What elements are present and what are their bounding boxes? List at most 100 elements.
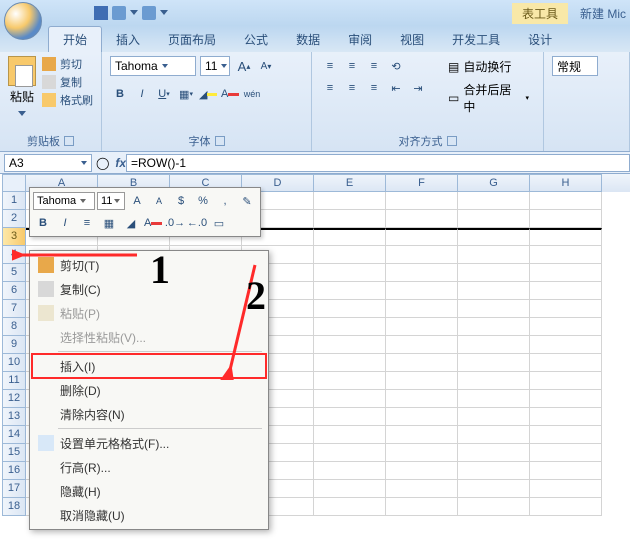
cell[interactable] <box>530 498 602 516</box>
font-launcher-icon[interactable] <box>215 136 225 146</box>
cell[interactable] <box>530 336 602 354</box>
cell[interactable] <box>386 426 458 444</box>
underline-button[interactable]: U▾ <box>154 84 174 104</box>
mini-dec-decimal[interactable]: ←.0 <box>187 213 207 233</box>
cell[interactable] <box>386 300 458 318</box>
cell[interactable] <box>530 300 602 318</box>
row-header[interactable]: 9 <box>2 336 26 354</box>
cell[interactable] <box>530 462 602 480</box>
orientation-button[interactable]: ⟲ <box>386 56 406 76</box>
ctx-format-cells[interactable]: 设置单元格格式(F)... <box>32 431 266 455</box>
row-header[interactable]: 7 <box>2 300 26 318</box>
ctx-paste[interactable]: 粘贴(P) <box>32 301 266 325</box>
cell[interactable] <box>458 246 530 264</box>
name-box-dropdown-icon[interactable] <box>81 161 87 165</box>
save-icon[interactable] <box>94 6 108 20</box>
ctx-insert[interactable]: 插入(I) <box>32 354 266 378</box>
ctx-unhide[interactable]: 取消隐藏(U) <box>32 503 266 527</box>
cell[interactable] <box>458 318 530 336</box>
ctx-hide[interactable]: 隐藏(H) <box>32 479 266 503</box>
row-header[interactable]: 6 <box>2 282 26 300</box>
cell[interactable] <box>314 426 386 444</box>
increase-indent-button[interactable]: ⇥ <box>408 78 428 98</box>
tab-page-layout[interactable]: 页面布局 <box>154 27 230 52</box>
cell[interactable] <box>530 408 602 426</box>
name-box[interactable]: A3 <box>4 154 92 172</box>
align-center-button[interactable]: ≡ <box>342 78 362 98</box>
font-size-combo[interactable]: 11 <box>200 56 230 76</box>
undo-dropdown-icon[interactable] <box>130 10 138 18</box>
cell[interactable] <box>314 480 386 498</box>
cell[interactable] <box>386 444 458 462</box>
mini-comma[interactable]: , <box>215 191 235 211</box>
ctx-clear[interactable]: 清除内容(N) <box>32 402 266 426</box>
cell[interactable] <box>314 264 386 282</box>
cell[interactable] <box>530 282 602 300</box>
mini-brush[interactable]: ✎ <box>237 191 257 211</box>
bold-button[interactable]: B <box>110 84 130 104</box>
ctx-cut[interactable]: 剪切(T) <box>32 253 266 277</box>
tab-review[interactable]: 审阅 <box>334 27 386 52</box>
phonetic-button[interactable]: wén <box>242 84 262 104</box>
shrink-font-button[interactable]: A▾ <box>256 56 276 76</box>
cell[interactable] <box>530 246 602 264</box>
cell[interactable] <box>386 336 458 354</box>
paste-button[interactable]: 粘贴 <box>8 56 36 119</box>
mini-italic[interactable]: I <box>55 213 75 233</box>
cell[interactable] <box>458 462 530 480</box>
cell[interactable] <box>458 300 530 318</box>
row-header[interactable]: 16 <box>2 462 26 480</box>
row-header[interactable]: 2 <box>2 210 26 228</box>
cell[interactable] <box>386 390 458 408</box>
ctx-copy[interactable]: 复制(C) <box>32 277 266 301</box>
row-header[interactable]: 4 <box>2 246 26 264</box>
cell[interactable] <box>386 462 458 480</box>
tab-view[interactable]: 视图 <box>386 27 438 52</box>
redo-icon[interactable] <box>142 6 156 20</box>
cell[interactable] <box>386 246 458 264</box>
col-header[interactable]: E <box>314 174 386 192</box>
cell[interactable] <box>458 192 530 210</box>
border-button[interactable]: ▦▾ <box>176 84 196 104</box>
cell[interactable] <box>530 192 602 210</box>
cell[interactable] <box>386 408 458 426</box>
row-header[interactable]: 15 <box>2 444 26 462</box>
cell[interactable] <box>386 210 458 228</box>
cell[interactable] <box>530 318 602 336</box>
cell[interactable] <box>530 426 602 444</box>
cell[interactable] <box>386 318 458 336</box>
tab-developer[interactable]: 开发工具 <box>438 27 514 52</box>
cell[interactable] <box>530 264 602 282</box>
cell[interactable] <box>314 192 386 210</box>
cell[interactable] <box>386 282 458 300</box>
cell[interactable] <box>530 372 602 390</box>
format-painter-button[interactable]: 格式刷 <box>42 92 93 108</box>
mini-align[interactable]: ≡ <box>77 213 97 233</box>
cell[interactable] <box>458 210 530 228</box>
wrap-text-button[interactable]: ▤自动换行 <box>442 56 535 77</box>
mini-percent[interactable]: % <box>193 191 213 211</box>
cell[interactable] <box>458 480 530 498</box>
undo-icon[interactable] <box>112 6 126 20</box>
mini-shrink-font[interactable]: A <box>149 191 169 211</box>
row-header[interactable]: 1 <box>2 192 26 210</box>
cell[interactable] <box>530 444 602 462</box>
ctx-delete[interactable]: 删除(D) <box>32 378 266 402</box>
grow-font-button[interactable]: A▴ <box>234 56 254 76</box>
cell[interactable] <box>458 426 530 444</box>
ctx-paste-special[interactable]: 选择性粘贴(V)... <box>32 325 266 349</box>
cell[interactable] <box>386 354 458 372</box>
mini-font-size[interactable]: 11 <box>97 192 125 210</box>
formula-input[interactable]: =ROW()-1 <box>126 154 630 172</box>
cut-button[interactable]: 剪切 <box>42 56 93 72</box>
cell[interactable] <box>314 300 386 318</box>
mini-font-color[interactable]: A <box>143 213 163 233</box>
fx-icon[interactable]: fx <box>115 156 126 170</box>
font-color-button[interactable]: A <box>220 84 240 104</box>
cell[interactable] <box>386 372 458 390</box>
qat-customize-icon[interactable] <box>160 10 168 18</box>
ctx-row-height[interactable]: 行高(R)... <box>32 455 266 479</box>
mini-merge[interactable]: ▭ <box>209 213 229 233</box>
cell[interactable] <box>530 228 602 246</box>
fill-color-button[interactable]: ◢ <box>198 84 218 104</box>
